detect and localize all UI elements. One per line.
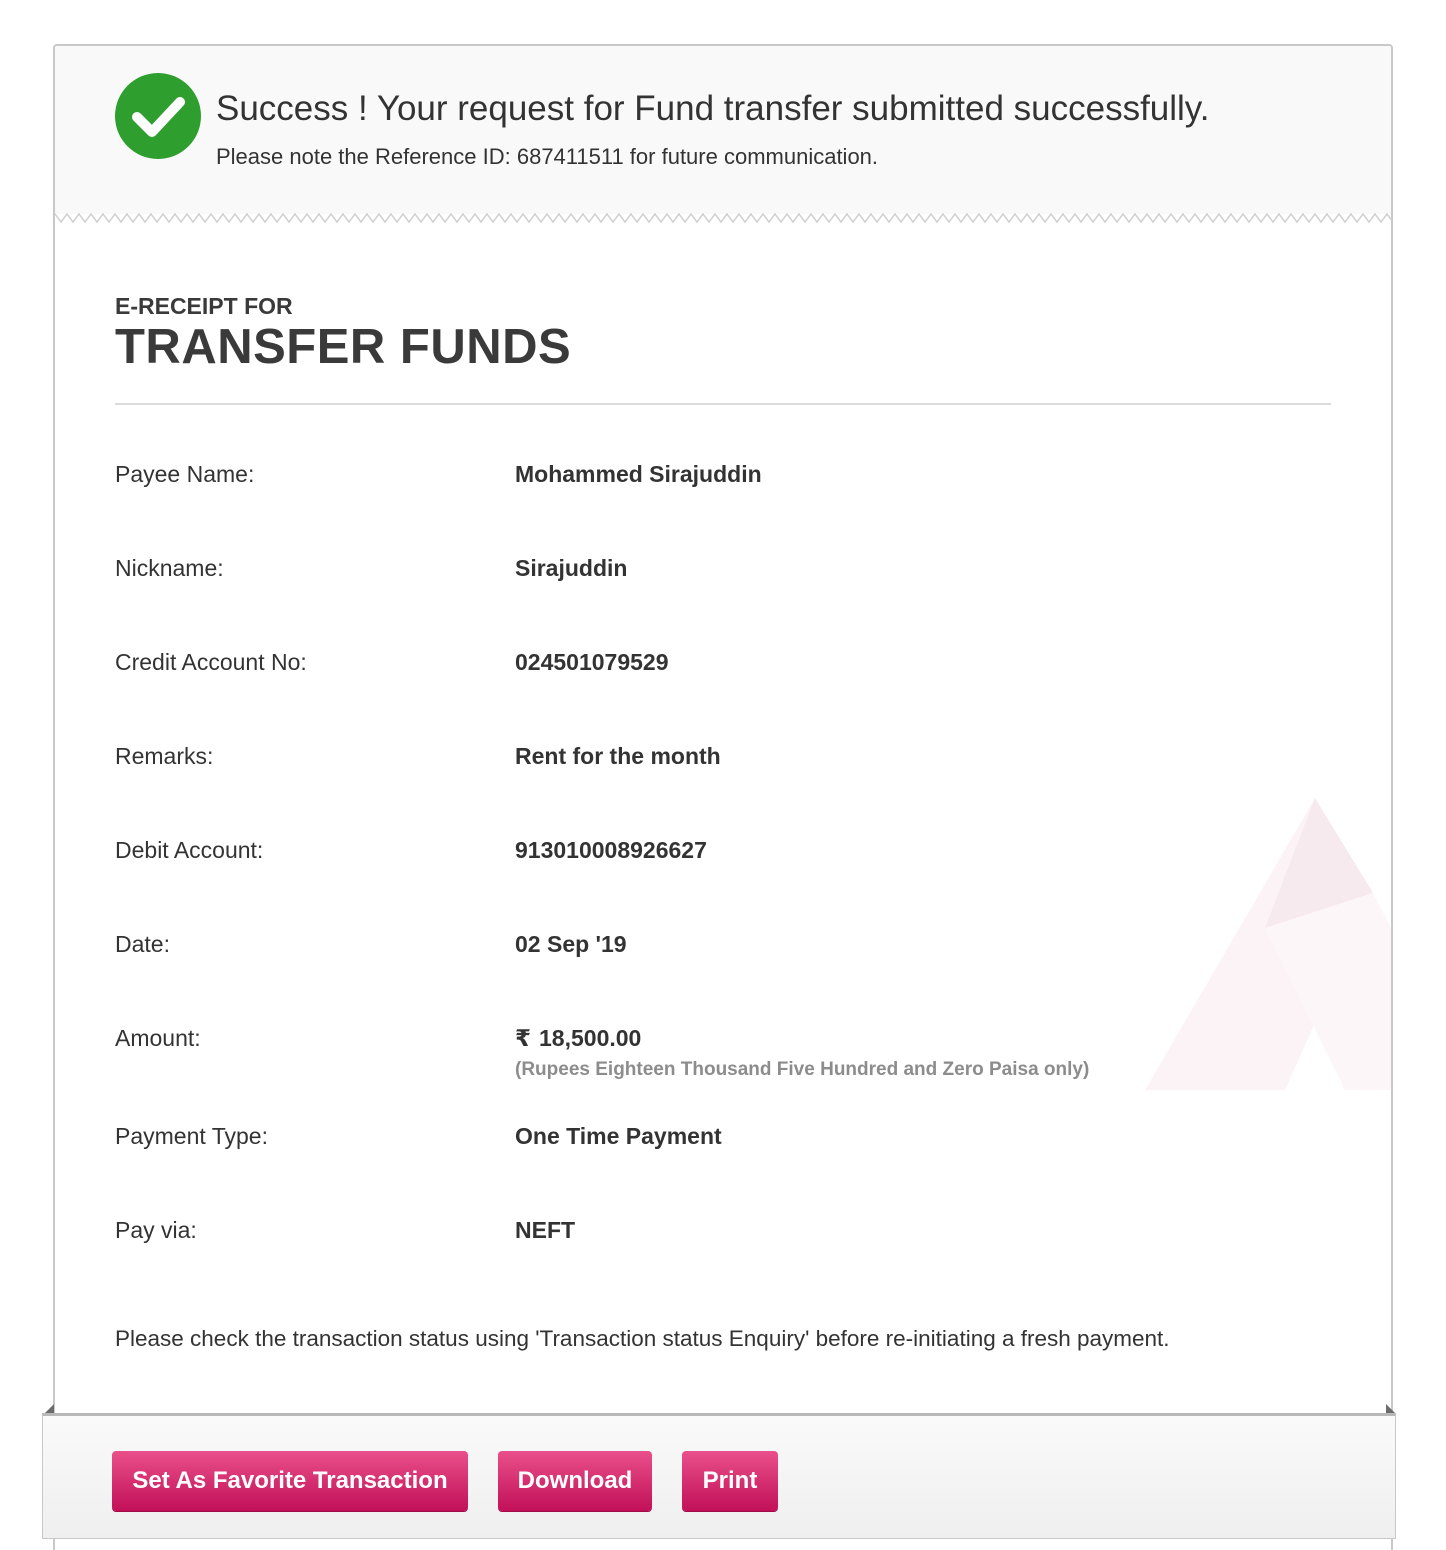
detail-label: Nickname:: [115, 555, 224, 581]
detail-label: Payment Type:: [115, 1123, 268, 1149]
zigzag-divider: [55, 204, 1391, 224]
detail-value: 02 Sep '19: [515, 931, 627, 957]
success-banner: Success ! Your request for Fund transfer…: [55, 46, 1391, 214]
detail-label: Date:: [115, 931, 170, 957]
detail-value: One Time Payment: [515, 1123, 722, 1149]
detail-row-amount: Amount: ₹18,500.00 (Rupees Eighteen Thou…: [115, 1025, 1331, 1123]
action-bar: Set As Favorite Transaction Download Pri…: [42, 1413, 1396, 1539]
print-button[interactable]: Print: [682, 1451, 778, 1511]
detail-value: Rent for the month: [515, 743, 721, 769]
amount-value: ₹18,500.00: [515, 1025, 641, 1052]
title-divider: [115, 403, 1331, 405]
receipt-title: TRANSFER FUNDS: [115, 320, 572, 374]
detail-value: 913010008926627: [515, 837, 707, 863]
set-favorite-button[interactable]: Set As Favorite Transaction: [112, 1451, 468, 1511]
status-enquiry-note: Please check the transaction status usin…: [115, 1326, 1170, 1351]
detail-row-pay-via: Pay via: NEFT: [115, 1217, 1331, 1311]
detail-row-payment-type: Payment Type: One Time Payment: [115, 1123, 1331, 1217]
detail-label: Pay via:: [115, 1217, 197, 1243]
detail-label: Remarks:: [115, 743, 214, 769]
detail-row-nickname: Nickname: Sirajuddin: [115, 555, 1331, 649]
detail-row-payee-name: Payee Name: Mohammed Sirajuddin: [115, 461, 1331, 555]
amount-number: 18,500.00: [539, 1025, 642, 1051]
detail-value: Mohammed Sirajuddin: [515, 461, 762, 487]
rupee-icon: ₹: [515, 1025, 532, 1051]
detail-value: Sirajuddin: [515, 555, 628, 581]
detail-label: Amount:: [115, 1025, 201, 1051]
detail-label: Credit Account No:: [115, 649, 307, 675]
detail-row-credit-account: Credit Account No: 024501079529: [115, 649, 1331, 743]
detail-row-remarks: Remarks: Rent for the month: [115, 743, 1331, 837]
detail-row-debit-account: Debit Account: 913010008926627: [115, 837, 1331, 931]
detail-value: NEFT: [515, 1217, 576, 1243]
detail-row-date: Date: 02 Sep '19: [115, 931, 1331, 1025]
detail-label: Debit Account:: [115, 837, 264, 863]
check-circle-icon: [115, 73, 201, 159]
receipt-card: Success ! Your request for Fund transfer…: [53, 44, 1393, 1550]
amount-in-words: (Rupees Eighteen Thousand Five Hundred a…: [515, 1059, 1090, 1080]
receipt-page: Success ! Your request for Fund transfer…: [0, 0, 1446, 1550]
download-button[interactable]: Download: [498, 1451, 652, 1511]
receipt-kicker: E-RECEIPT FOR: [115, 293, 293, 319]
details-list: Payee Name: Mohammed Sirajuddin Nickname…: [115, 461, 1331, 1311]
reference-message: Please note the Reference ID: 687411511 …: [216, 144, 879, 169]
detail-label: Payee Name:: [115, 461, 255, 487]
detail-value: 024501079529: [515, 649, 669, 675]
success-title: Success ! Your request for Fund transfer…: [216, 89, 1210, 128]
